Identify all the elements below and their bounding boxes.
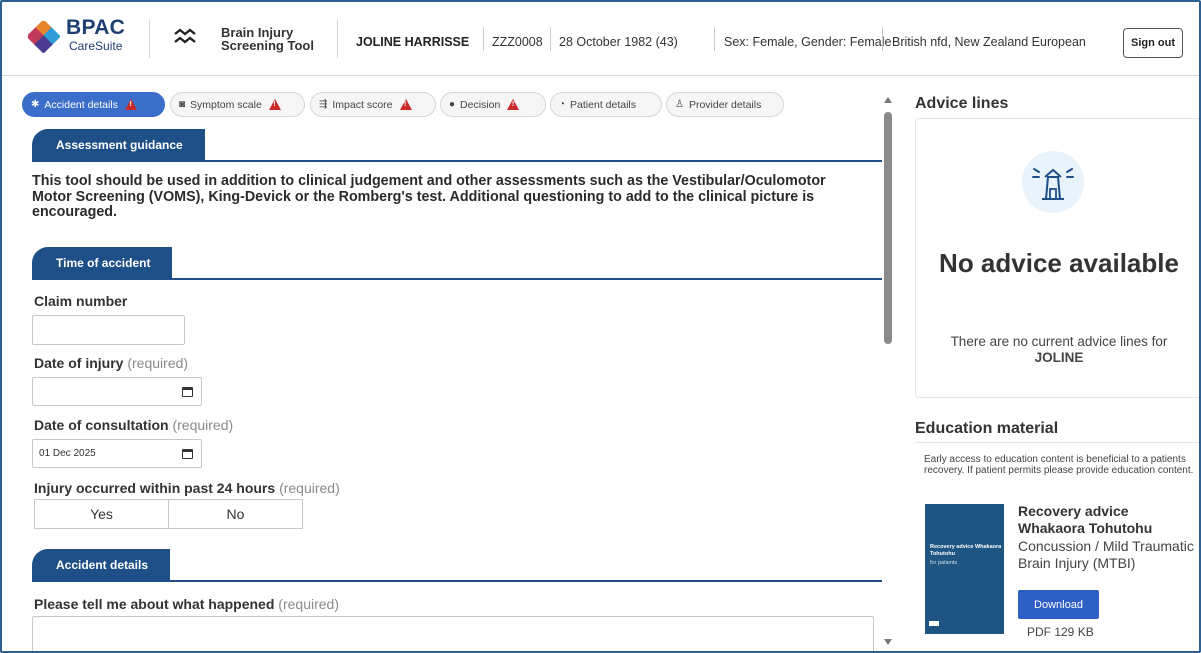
patient-divider xyxy=(714,27,715,51)
title-line: Whakaora Tohutohu xyxy=(1018,519,1153,536)
advice-lines-title: Advice lines xyxy=(915,95,1009,112)
file-size: PDF 129 KB xyxy=(1027,625,1094,639)
download-button[interactable]: Download xyxy=(1018,590,1099,619)
patient-divider xyxy=(483,27,484,51)
brand-subtitle: CareSuite xyxy=(69,39,123,53)
tab-label: Symptom scale xyxy=(190,98,262,111)
section-time-of-accident: Time of accident xyxy=(32,247,882,281)
what-happened-label: Please tell me about what happened (requ… xyxy=(34,596,339,612)
required-hint: (required) xyxy=(172,417,234,433)
tab-label: Accident details xyxy=(44,98,118,111)
patient-dob: 28 October 1982 (43) xyxy=(559,35,678,49)
sign-out-button[interactable]: Sign out xyxy=(1123,28,1183,58)
header-divider xyxy=(337,20,338,58)
tab-label: Decision xyxy=(460,98,501,111)
tab-label: Impact score xyxy=(332,98,393,111)
warning-icon xyxy=(268,99,281,110)
within-24-hours-label: Injury occurred within past 24 hours (re… xyxy=(34,480,340,496)
label-text: Date of consultation xyxy=(34,417,169,433)
tool-name: Brain Injury Screening Tool xyxy=(221,25,314,53)
date-of-consultation-label: Date of consultation (required) xyxy=(34,417,233,433)
no-advice-text: There are no current advice lines for xyxy=(950,334,1168,349)
section-assessment-guidance: Assessment guidance xyxy=(32,129,882,163)
education-material-title: Education material xyxy=(915,420,1059,437)
header-divider xyxy=(149,20,150,58)
scroll-down-arrow-icon[interactable] xyxy=(884,639,892,645)
patient-divider xyxy=(550,27,551,51)
date-of-injury-label: Date of injury (required) xyxy=(34,355,188,371)
bpac-logo-icon xyxy=(28,21,60,53)
section-heading: Accident details xyxy=(32,549,171,580)
lighthouse-icon xyxy=(1022,151,1084,213)
required-hint: (required) xyxy=(127,355,189,371)
tab-impact-score[interactable]: ⇶ Impact score xyxy=(310,92,436,117)
book-cover-thumbnail: Recovery advice Whakaora Tohutohu for pa… xyxy=(925,504,1004,634)
education-item-title: Recovery advice Whakaora Tohutohu xyxy=(1018,503,1152,536)
no-advice-patient: JOLINE xyxy=(1034,350,1084,365)
decision-icon: ● xyxy=(449,99,456,110)
advice-lines-panel: No advice available There are no current… xyxy=(915,118,1199,398)
date-of-injury-input[interactable] xyxy=(32,377,202,406)
no-advice-heading: No advice available xyxy=(939,248,1179,278)
label-text: Please tell me about what happened xyxy=(34,596,275,612)
section-rule xyxy=(32,160,882,162)
label-text: Injury occurred within past 24 hours xyxy=(34,480,276,496)
scale-icon: ◙ xyxy=(179,99,186,110)
section-heading: Time of accident xyxy=(32,247,173,278)
patient-name: JOLINE HARRISSE xyxy=(356,35,470,49)
form-scrollbar[interactable] xyxy=(882,92,894,651)
section-accident-details: Accident details xyxy=(32,549,882,583)
book-cover-sub: for patients xyxy=(930,560,958,566)
tab-provider-details[interactable]: ♙ Provider details xyxy=(666,92,784,117)
calendar-icon[interactable] xyxy=(182,449,193,459)
calendar-icon[interactable] xyxy=(182,387,193,397)
date-value: 01 Dec 2025 xyxy=(39,448,96,459)
yes-option-button[interactable]: Yes xyxy=(34,499,169,529)
top-header: BPAC CareSuite Brain Injury Screening To… xyxy=(2,2,1199,76)
form-panel: ✱ Accident details ◙ Symptom scale ⇶ Imp… xyxy=(16,87,896,651)
patient-ethnicity: British nfd, New Zealand European xyxy=(892,35,1086,49)
wave-icon xyxy=(174,28,196,44)
tab-patient-details[interactable]: ◔ Patient details xyxy=(550,92,662,117)
section-rule xyxy=(32,278,882,280)
label-text: Date of injury xyxy=(34,355,124,371)
tab-decision[interactable]: ● Decision xyxy=(440,92,546,117)
section-rule xyxy=(32,580,882,582)
head-icon: ◔ xyxy=(559,99,566,110)
tab-label: Provider details xyxy=(688,98,762,111)
title-line: Recovery advice xyxy=(1018,503,1129,519)
education-panel: Early access to education content is ben… xyxy=(915,442,1199,651)
app-window: BPAC CareSuite Brain Injury Screening To… xyxy=(0,0,1201,653)
scrollbar-thumb[interactable] xyxy=(884,112,892,344)
required-hint: (required) xyxy=(279,480,340,496)
tab-label: Patient details xyxy=(570,98,637,111)
accident-icon: ✱ xyxy=(31,99,40,110)
warning-icon xyxy=(124,99,137,110)
warning-icon xyxy=(399,99,412,110)
guidance-text: This tool should be used in addition to … xyxy=(32,173,826,220)
book-cover-title: Recovery advice Whakaora Tohutohu xyxy=(930,544,1002,557)
person-icon: ♙ xyxy=(675,99,684,110)
warning-icon xyxy=(507,99,520,110)
tab-symptom-scale[interactable]: ◙ Symptom scale xyxy=(170,92,305,117)
no-advice-message: There are no current advice lines for JO… xyxy=(916,334,1199,366)
patient-sex: Sex: Female, Gender: Female xyxy=(724,35,892,49)
no-option-button[interactable]: No xyxy=(168,499,303,529)
patient-divider xyxy=(882,27,883,51)
patient-nhi: ZZZ0008 xyxy=(492,35,543,49)
date-of-consultation-input[interactable]: 01 Dec 2025 xyxy=(32,439,202,468)
book-cover-logo xyxy=(929,621,939,626)
impact-icon: ⇶ xyxy=(319,99,328,110)
education-item-description: Concussion / Mild Traumatic Brain Injury… xyxy=(1018,538,1194,571)
section-heading: Assessment guidance xyxy=(32,129,205,160)
education-intro: Early access to education content is ben… xyxy=(924,454,1194,476)
required-hint: (required) xyxy=(278,596,339,612)
brand-title: BPAC xyxy=(66,16,126,39)
tab-accident-details[interactable]: ✱ Accident details xyxy=(22,92,165,117)
scroll-up-arrow-icon[interactable] xyxy=(884,97,892,103)
what-happened-textarea[interactable] xyxy=(32,616,874,651)
claim-number-input[interactable] xyxy=(32,315,185,345)
claim-number-label: Claim number xyxy=(34,293,128,309)
